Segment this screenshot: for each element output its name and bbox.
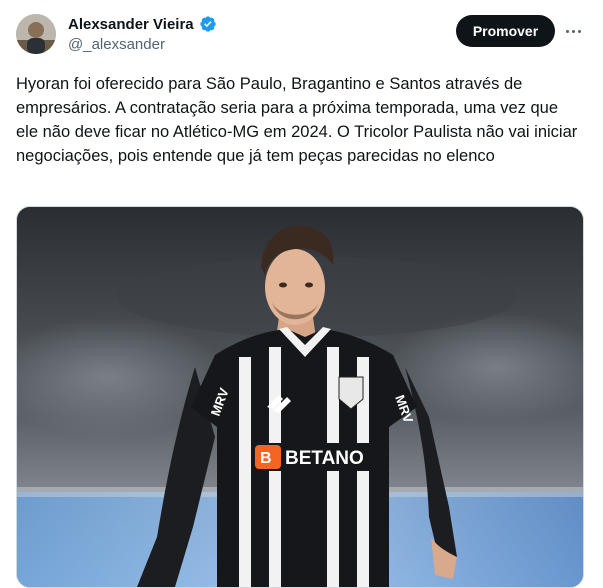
more-horizontal-icon[interactable] [562, 22, 584, 40]
tweet-media-image[interactable]: B BETANO MRV MRV [16, 206, 584, 588]
display-name[interactable]: Alexsander Vieira [68, 16, 194, 33]
svg-text:B: B [260, 450, 272, 467]
tweet-text: Hyoran foi oferecido para São Paulo, Bra… [16, 75, 578, 165]
name-row: Alexsander Vieira [68, 15, 217, 33]
verified-badge-icon [199, 16, 216, 32]
promote-button[interactable]: Promover [456, 15, 555, 47]
sponsor-text: BETANO [285, 448, 364, 469]
handle[interactable]: @_alexsander [68, 36, 165, 53]
tweet-header: Alexsander Vieira @_alexsander Promover [16, 12, 587, 60]
avatar[interactable] [16, 14, 56, 54]
